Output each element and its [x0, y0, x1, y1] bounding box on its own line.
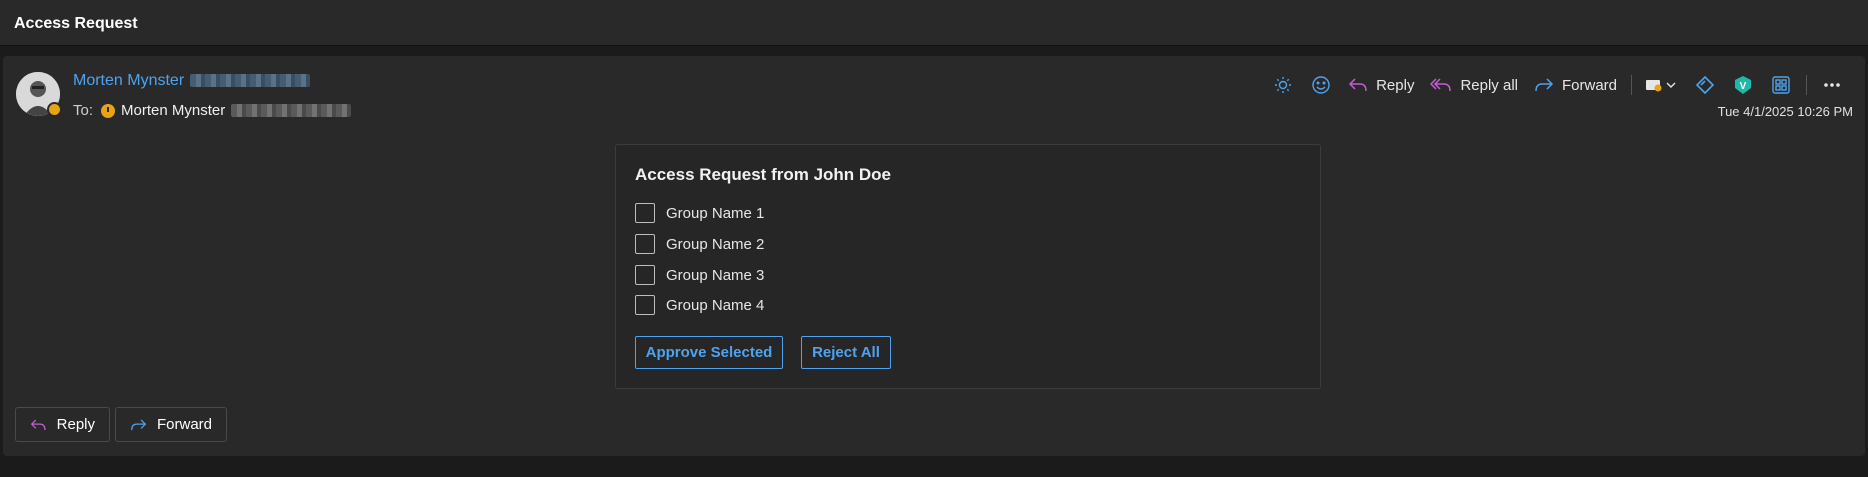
choice-label: Group Name 1 — [666, 204, 765, 222]
choice-label: Group Name 3 — [666, 266, 765, 284]
recipient-row: To: Morten Mynster — [73, 102, 352, 119]
shield-v-icon[interactable]: V — [1728, 70, 1758, 100]
subject-bar: Access Request — [0, 0, 1868, 46]
clock-icon — [101, 103, 116, 118]
more-icon[interactable] — [1817, 70, 1847, 100]
checkbox[interactable] — [635, 203, 655, 223]
footer-forward-button[interactable]: Forward — [115, 407, 227, 442]
sun-icon[interactable] — [1268, 70, 1298, 100]
redacted-email — [190, 74, 311, 88]
svg-text:V: V — [1740, 81, 1747, 92]
reply-icon — [1349, 78, 1367, 92]
choice-group-1[interactable]: Group Name 1 — [635, 203, 764, 223]
reply-label: Reply — [1376, 76, 1415, 94]
recipient-name[interactable]: Morten Mynster — [121, 102, 225, 119]
email-subject: Access Request — [14, 15, 138, 32]
footer-forward-label: Forward — [156, 416, 212, 433]
toolbar-divider — [1631, 75, 1632, 95]
checkbox[interactable] — [635, 234, 655, 254]
status-clock-icon — [47, 102, 62, 117]
reject-all-button[interactable]: Reject All — [801, 336, 891, 369]
approve-selected-button[interactable]: Approve Selected — [635, 336, 783, 369]
message-card: Morten Mynster To: Morten Mynster Reply … — [3, 56, 1865, 456]
choice-label: Group Name 2 — [666, 235, 765, 253]
choice-group-2[interactable]: Group Name 2 — [635, 234, 764, 254]
sent-date: Tue 4/1/2025 10:26 PM — [1717, 104, 1853, 119]
redacted-recipient — [231, 104, 352, 117]
toolbar-divider-2 — [1806, 75, 1807, 95]
reply-all-icon — [1430, 78, 1452, 92]
to-label: To: — [73, 102, 94, 119]
apps-icon[interactable] — [1766, 70, 1796, 100]
checkbox[interactable] — [635, 295, 655, 315]
forward-button[interactable]: Forward — [1526, 70, 1625, 100]
emoji-icon[interactable] — [1306, 70, 1336, 100]
forward-label: Forward — [1561, 76, 1617, 94]
footer-reply-label: Reply — [56, 416, 95, 433]
adaptive-card-title: Access Request from John Doe — [635, 165, 892, 184]
chevron-down-icon — [1666, 82, 1676, 88]
reply-icon — [30, 419, 46, 430]
checkbox[interactable] — [635, 265, 655, 285]
tag-icon — [1646, 80, 1676, 92]
choice-group-4[interactable]: Group Name 4 — [635, 295, 764, 315]
forward-icon — [1535, 78, 1554, 92]
message-toolbar: Reply Reply all Forward V — [1264, 70, 1851, 100]
sender-name[interactable]: Morten Mynster — [73, 72, 184, 89]
adaptive-card: Access Request from John Doe Group Name … — [615, 144, 1321, 389]
sender[interactable]: Morten Mynster — [73, 72, 311, 90]
reply-all-label: Reply all — [1460, 76, 1518, 94]
reply-button[interactable]: Reply — [1340, 70, 1422, 100]
tag-dropdown[interactable] — [1642, 70, 1682, 100]
footer-reply-button[interactable]: Reply — [15, 407, 110, 442]
choice-label: Group Name 4 — [666, 296, 765, 314]
forward-icon — [131, 418, 147, 430]
reply-all-button[interactable]: Reply all — [1422, 70, 1526, 100]
diamond-icon[interactable] — [1690, 70, 1720, 100]
choice-group-3[interactable]: Group Name 3 — [635, 265, 764, 285]
